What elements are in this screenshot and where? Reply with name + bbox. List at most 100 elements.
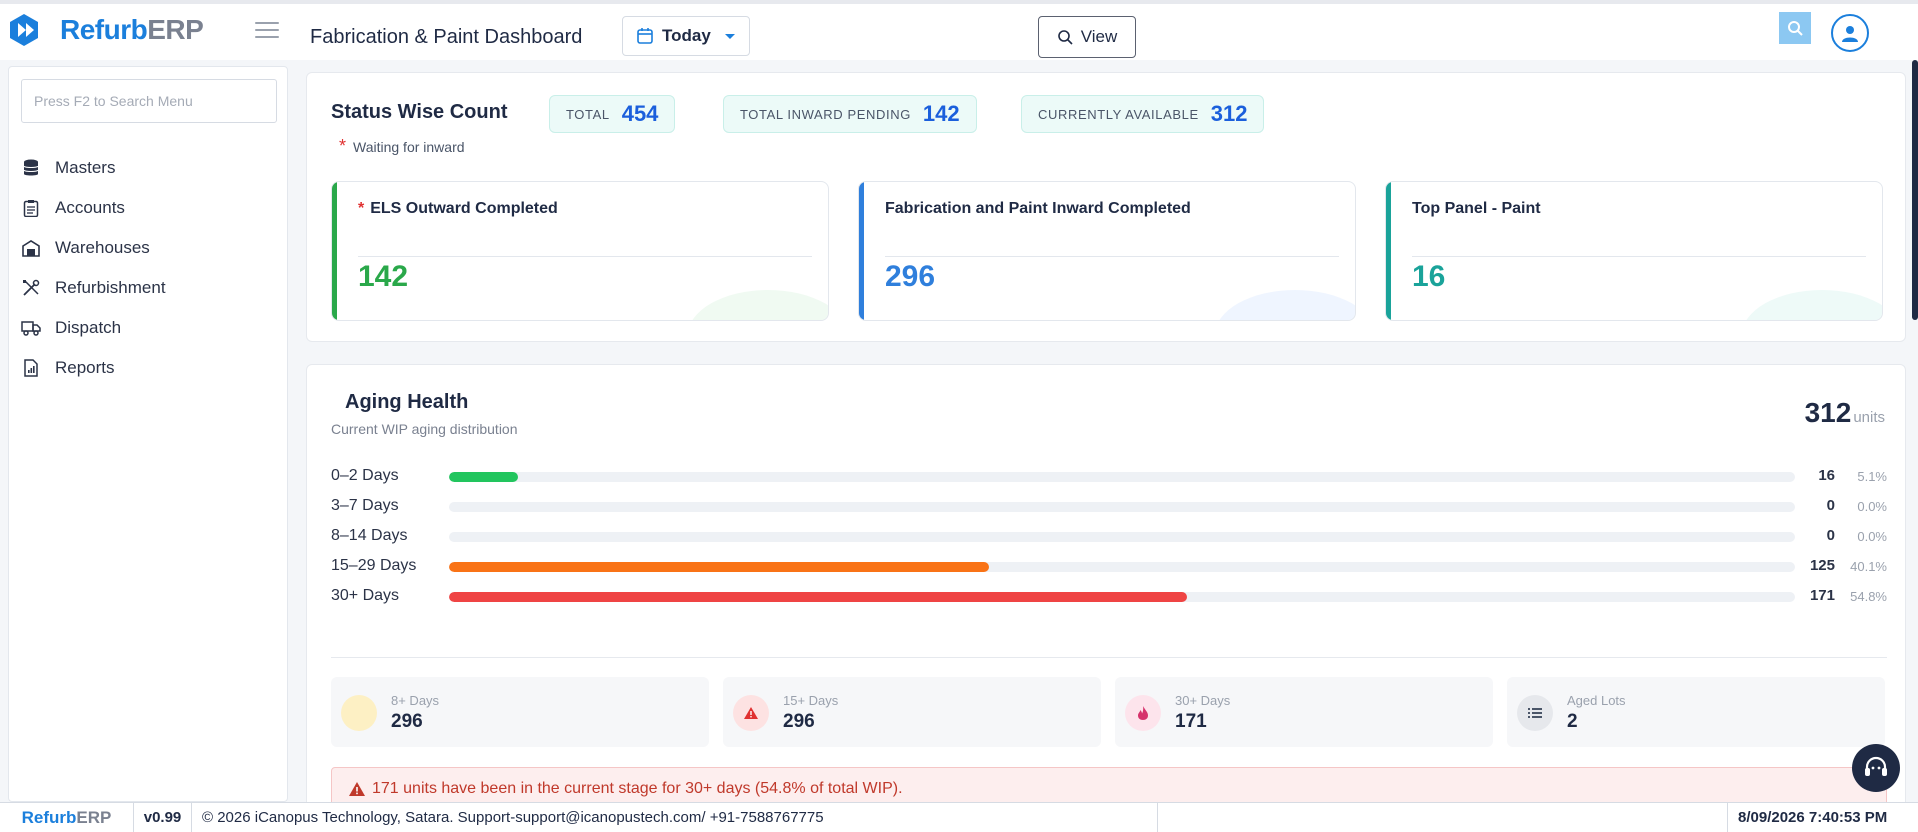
decorative-wave	[1742, 290, 1882, 320]
aging-row-percent: 0.0%	[1857, 499, 1887, 514]
aging-subtitle: Current WIP aging distribution	[331, 421, 518, 437]
headset-icon	[1865, 756, 1887, 776]
circle-icon	[341, 695, 377, 731]
sidebar-item-masters[interactable]: Masters	[21, 151, 277, 185]
brand-logo[interactable]	[6, 12, 42, 48]
search-icon	[1057, 30, 1073, 45]
summary-value: 296	[783, 711, 815, 732]
date-filter-select[interactable]: Today	[622, 16, 750, 56]
sidebar-item-label: Refurbishment	[55, 278, 166, 297]
metric-value: 296	[885, 260, 936, 293]
metric-value: 142	[358, 260, 409, 293]
search-icon	[1788, 21, 1803, 36]
menu-search-input[interactable]	[21, 79, 277, 123]
view-button[interactable]: View	[1038, 16, 1136, 58]
sidebar-item-reports[interactable]: Reports	[21, 351, 277, 385]
summary-value: 296	[391, 711, 423, 732]
sidebar-item-label: Warehouses	[55, 238, 150, 257]
summary-label: Aged Lots	[1567, 693, 1626, 708]
sidebar-item-label: Accounts	[55, 198, 125, 217]
summary-box-aged-lots: Aged Lots 2	[1507, 677, 1885, 747]
footer-copyright-text: © 2026 iCanopus Technology, Satara. Supp…	[202, 809, 516, 826]
inward-pending-pill: TOTAL INWARD PENDING 142	[723, 95, 977, 133]
aging-row-count: 171	[1809, 587, 1835, 604]
sidebar-item-dispatch[interactable]: Dispatch	[21, 311, 277, 345]
aging-progress-fill	[449, 562, 989, 572]
aging-total-unit: units	[1853, 409, 1885, 426]
accent-bar	[1386, 182, 1391, 320]
metric-title: * ELS Outward Completed	[358, 200, 558, 218]
chevron-down-icon	[724, 33, 735, 39]
accent-bar	[859, 182, 864, 320]
asterisk-icon: *	[339, 136, 347, 156]
metric-card-top-panel-paint[interactable]: Top Panel - Paint 16	[1385, 181, 1883, 321]
aging-row-percent: 40.1%	[1850, 559, 1887, 574]
sidebar-item-label: Dispatch	[55, 318, 122, 337]
brand-name: RefurbERP	[60, 14, 204, 45]
accent-bar	[332, 182, 337, 320]
asterisk-icon: *	[358, 200, 365, 217]
footer-spacer	[1158, 802, 1728, 832]
support-chat-button[interactable]	[1852, 744, 1900, 792]
currently-available-pill: CURRENTLY AVAILABLE 312	[1021, 95, 1265, 133]
summary-label: 30+ Days	[1175, 693, 1231, 708]
sidebar: Masters Accounts Warehouses Refurbishmen…	[8, 66, 288, 802]
aging-row-count: 16	[1818, 467, 1835, 484]
page-scrollbar[interactable]	[1912, 60, 1918, 320]
alert-text: 171 units have been in the current stage…	[372, 780, 903, 797]
aging-progress-fill	[449, 472, 518, 482]
hamburger-menu-icon[interactable]	[255, 22, 279, 40]
aging-health-card: Aging Health Current WIP aging distribut…	[306, 364, 1906, 814]
global-search-button[interactable]	[1779, 12, 1811, 44]
support-phone: / +91-7588767775	[701, 809, 824, 826]
total-pill: TOTAL 454	[549, 95, 676, 133]
pill-value: 454	[621, 101, 659, 126]
date-filter-value: Today	[662, 26, 711, 45]
divider	[1412, 256, 1866, 257]
aging-progress-track	[449, 532, 1795, 542]
view-button-label: View	[1080, 27, 1118, 46]
metric-title: Fabrication and Paint Inward Completed	[885, 200, 1191, 217]
aging-row-label: 3–7 Days	[331, 497, 399, 514]
metric-value: 16	[1412, 260, 1446, 293]
aging-row: 30+ Days 171 54.8%	[331, 585, 1887, 609]
aging-progress-track	[449, 562, 1795, 572]
aging-row-label: 8–14 Days	[331, 527, 408, 544]
aging-row-label: 0–2 Days	[331, 467, 399, 484]
aging-row: 15–29 Days 125 40.1%	[331, 555, 1887, 579]
footer-version: v0.99	[134, 802, 192, 832]
aging-row: 0–2 Days 16 5.1%	[331, 465, 1887, 489]
summary-box-15-plus: 15+ Days 296	[723, 677, 1101, 747]
calendar-icon	[637, 28, 653, 44]
decorative-wave	[1215, 290, 1355, 320]
metric-card-els-outward[interactable]: * ELS Outward Completed 142	[331, 181, 829, 321]
tools-icon	[21, 278, 41, 298]
aging-row-count: 0	[1826, 527, 1835, 544]
top-header: RefurbERP Fabrication & Paint Dashboard …	[0, 0, 1918, 60]
sidebar-item-refurbishment[interactable]: Refurbishment	[21, 271, 277, 305]
support-email-link[interactable]: support@icanopustech.com	[515, 809, 701, 826]
report-icon	[21, 358, 41, 378]
summary-box-8-plus: 8+ Days 296	[331, 677, 709, 747]
waiting-note-text: Waiting for inward	[353, 139, 465, 155]
user-profile-button[interactable]	[1831, 14, 1869, 52]
clipboard-icon	[21, 198, 41, 218]
sidebar-item-warehouses[interactable]: Warehouses	[21, 231, 277, 265]
list-icon	[1517, 695, 1553, 731]
footer-copyright: © 2026 iCanopus Technology, Satara. Supp…	[192, 802, 1158, 832]
aging-row-label: 15–29 Days	[331, 557, 417, 574]
aging-total: 312 units	[1805, 397, 1885, 429]
metric-card-fabrication-inward[interactable]: Fabrication and Paint Inward Completed 2…	[858, 181, 1356, 321]
summary-box-30-plus: 30+ Days 171	[1115, 677, 1493, 747]
aging-row: 3–7 Days 0 0.0%	[331, 495, 1887, 519]
aging-row-label: 30+ Days	[331, 587, 400, 604]
database-icon	[21, 158, 41, 178]
pill-value: 312	[1210, 101, 1248, 126]
decorative-wave	[688, 290, 828, 320]
pill-label: TOTAL	[566, 106, 610, 122]
sidebar-item-accounts[interactable]: Accounts	[21, 191, 277, 225]
divider	[331, 657, 1887, 658]
aging-row-percent: 0.0%	[1857, 529, 1887, 544]
sidebar-item-label: Reports	[55, 358, 115, 377]
footer-brand: Refurb ERP	[0, 802, 134, 832]
